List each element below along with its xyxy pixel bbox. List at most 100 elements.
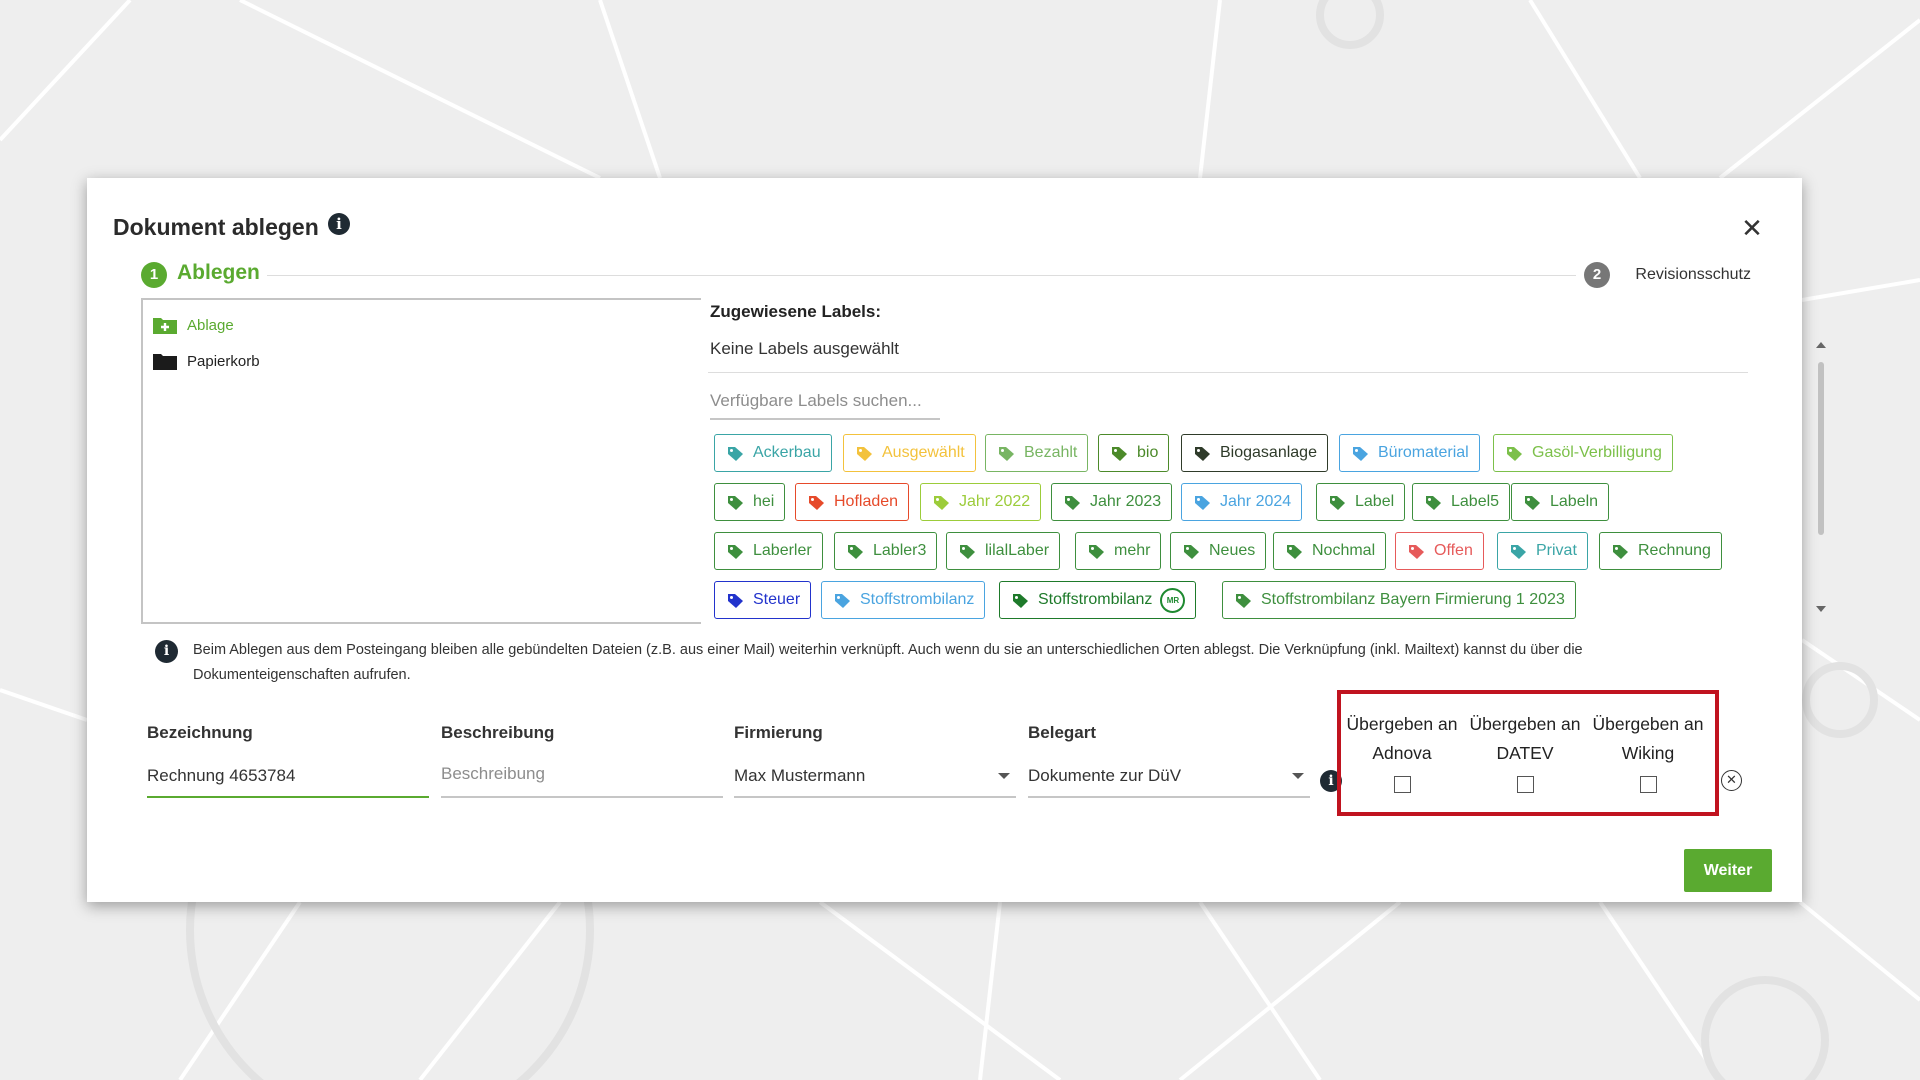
label-chip-text: Bezahlt bbox=[1024, 444, 1078, 461]
label-chip[interactable]: Stoffstrombilanz bbox=[821, 581, 986, 619]
belegart-value: Dokumente zur DüV bbox=[1028, 766, 1182, 785]
bezeichnung-input[interactable]: Rechnung 4653784 bbox=[147, 756, 429, 798]
chip-row: Steuer Stoffstrombilanz Stoffstrombilanz… bbox=[714, 581, 1754, 630]
label-chip[interactable]: Label5 bbox=[1412, 483, 1511, 521]
scroll-down-arrow-icon[interactable] bbox=[1816, 606, 1826, 612]
label-chip-text: lilalLaber bbox=[985, 542, 1050, 559]
tag-icon bbox=[1065, 495, 1080, 510]
label-chip[interactable]: Büromaterial bbox=[1339, 434, 1480, 472]
handover-label-line1: Übergeben an bbox=[1592, 714, 1704, 734]
labels-scrollbar[interactable] bbox=[1813, 342, 1829, 612]
label-chip[interactable]: Steuer bbox=[714, 581, 812, 619]
tag-icon bbox=[1236, 593, 1251, 608]
belegart-label: Belegart bbox=[1028, 723, 1097, 742]
tag-icon bbox=[1195, 446, 1210, 461]
scroll-up-arrow-icon[interactable] bbox=[1816, 342, 1826, 348]
handover-wiking: Übergeben an Wiking bbox=[1587, 710, 1709, 793]
tag-icon bbox=[728, 495, 743, 510]
label-chip-text: Jahr 2023 bbox=[1090, 493, 1162, 510]
label-chip-text: Labeln bbox=[1550, 493, 1599, 510]
label-chip[interactable]: Offen bbox=[1395, 532, 1484, 570]
label-chip[interactable]: Jahr 2024 bbox=[1181, 483, 1303, 521]
label-chip-text: Ausgewählt bbox=[882, 444, 965, 461]
label-chip[interactable]: Neues bbox=[1170, 532, 1267, 570]
handover-label-line2: DATEV bbox=[1496, 743, 1554, 763]
handover-datev: Übergeben an DATEV bbox=[1464, 710, 1586, 793]
label-chip[interactable]: Labler3 bbox=[834, 532, 938, 570]
label-chip[interactable]: Jahr 2022 bbox=[920, 483, 1042, 521]
label-chip[interactable]: Privat bbox=[1497, 532, 1588, 570]
label-chip[interactable]: Stoffstrombilanz MR bbox=[999, 581, 1197, 619]
tag-icon bbox=[728, 446, 743, 461]
tag-icon bbox=[1330, 495, 1345, 510]
label-chip[interactable]: Rechnung bbox=[1599, 532, 1722, 570]
label-chip-text: Stoffstrombilanz bbox=[860, 591, 975, 608]
tag-icon bbox=[1525, 495, 1540, 510]
weiter-button[interactable]: Weiter bbox=[1684, 849, 1772, 892]
clear-circle-icon[interactable]: ✕ bbox=[1721, 770, 1742, 791]
wiking-checkbox[interactable] bbox=[1639, 776, 1657, 793]
folder-papierkorb[interactable]: Papierkorb bbox=[153, 352, 260, 370]
tag-icon bbox=[1013, 593, 1028, 608]
handover-label-line1: Übergeben an bbox=[1469, 714, 1581, 734]
label-chip-text: Rechnung bbox=[1638, 542, 1711, 559]
label-chip[interactable]: mehr bbox=[1075, 532, 1162, 570]
label-chip-text: Jahr 2022 bbox=[959, 493, 1031, 510]
tag-icon bbox=[1184, 544, 1199, 559]
label-chip-text: Privat bbox=[1536, 542, 1577, 559]
label-chip[interactable]: bio bbox=[1098, 434, 1170, 472]
label-chip[interactable]: lilalLaber bbox=[946, 532, 1061, 570]
stepper-line bbox=[267, 275, 1576, 276]
label-chip[interactable]: Ackerbau bbox=[714, 434, 832, 472]
info-icon[interactable]: i bbox=[328, 213, 350, 235]
label-chip-text: Label5 bbox=[1451, 493, 1500, 510]
document-file-dialog: Dokument ablegen i ✕ 1 Ablegen 2 Revisio… bbox=[87, 178, 1826, 902]
label-chip[interactable]: Ausgewählt bbox=[843, 434, 976, 472]
label-chip-text: hei bbox=[753, 493, 775, 510]
label-chip[interactable]: Laberler bbox=[714, 532, 823, 570]
belegart-select[interactable]: Dokumente zur DüV bbox=[1028, 756, 1310, 798]
label-search-input[interactable] bbox=[710, 384, 940, 420]
bezeichnung-label: Bezeichnung bbox=[147, 723, 253, 742]
tag-icon bbox=[1287, 544, 1302, 559]
folder-icon bbox=[153, 354, 177, 370]
label-chip[interactable]: Label bbox=[1316, 483, 1406, 521]
folder-plus-icon bbox=[153, 318, 177, 334]
chevron-down-icon bbox=[998, 773, 1010, 779]
label-chip[interactable]: Labeln bbox=[1511, 483, 1610, 521]
firmierung-select[interactable]: Max Mustermann bbox=[734, 756, 1016, 798]
tag-icon bbox=[1507, 446, 1522, 461]
label-chip[interactable]: Hofladen bbox=[795, 483, 910, 521]
tag-icon bbox=[728, 544, 743, 559]
tag-icon bbox=[1511, 544, 1526, 559]
label-chip-text: Steuer bbox=[753, 591, 801, 608]
tag-icon bbox=[999, 446, 1014, 461]
mr-badge: MR bbox=[1160, 587, 1186, 613]
step2-number: 2 bbox=[1584, 262, 1610, 288]
label-chip[interactable]: Biogasanlage bbox=[1181, 434, 1328, 472]
tag-icon bbox=[857, 446, 872, 461]
label-chip[interactable]: hei bbox=[714, 483, 786, 521]
tag-icon bbox=[1089, 544, 1104, 559]
info-note-text: Beim Ablegen aus dem Posteingang bleiben… bbox=[193, 642, 1583, 683]
label-chip[interactable]: Jahr 2023 bbox=[1051, 483, 1173, 521]
label-chip[interactable]: Stoffstrombilanz Bayern Firmierung 1 202… bbox=[1222, 581, 1576, 619]
firmierung-value: Max Mustermann bbox=[734, 766, 866, 785]
tag-icon bbox=[809, 495, 824, 510]
info-icon: i bbox=[155, 640, 178, 663]
datev-checkbox[interactable] bbox=[1516, 776, 1534, 793]
label-chip[interactable]: Bezahlt bbox=[985, 434, 1089, 472]
firmierung-label: Firmierung bbox=[734, 723, 823, 742]
step2-label: Revisionsschutz bbox=[1635, 266, 1751, 283]
scroll-thumb[interactable] bbox=[1818, 362, 1824, 535]
close-icon[interactable]: ✕ bbox=[1740, 215, 1764, 241]
beschreibung-input[interactable]: Beschreibung bbox=[441, 756, 723, 798]
adnova-checkbox[interactable] bbox=[1393, 776, 1411, 793]
folder-label: Ablage bbox=[187, 316, 234, 334]
label-chip-text: Stoffstrombilanz Bayern Firmierung 1 202… bbox=[1261, 591, 1565, 608]
label-chip[interactable]: Nochmal bbox=[1273, 532, 1387, 570]
chevron-down-icon bbox=[1292, 773, 1304, 779]
label-chip[interactable]: Gasöl-Verbilligung bbox=[1493, 434, 1673, 472]
folder-ablage[interactable]: Ablage bbox=[153, 316, 234, 334]
step1-number: 1 bbox=[141, 262, 167, 288]
